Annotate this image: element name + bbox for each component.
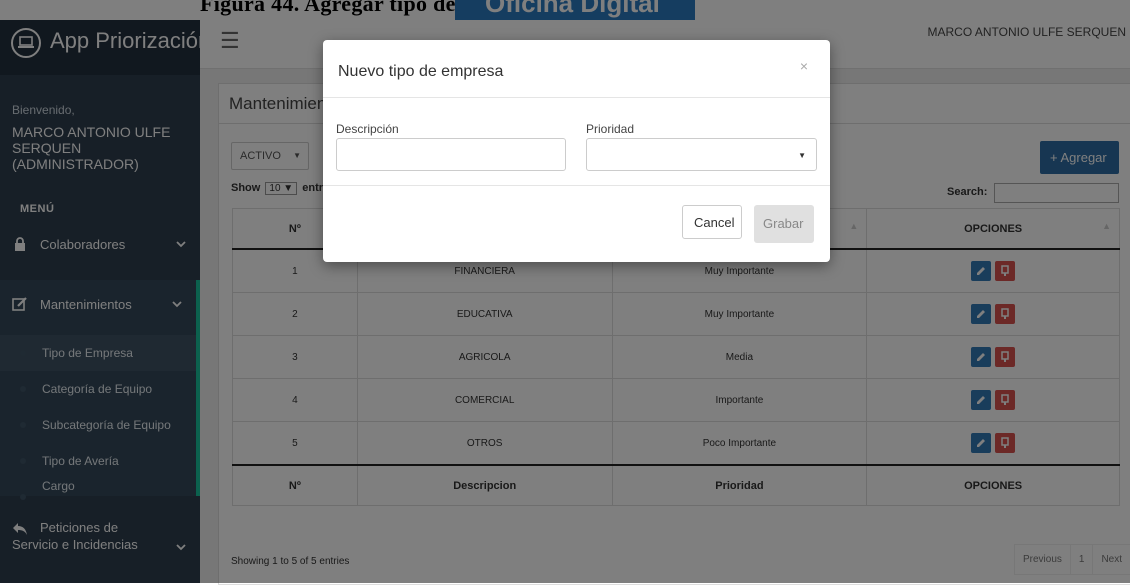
description-input[interactable] [336, 138, 566, 171]
save-button-label: Grabar [763, 216, 804, 231]
cancel-button[interactable]: Cancel [682, 205, 742, 239]
new-company-type-dialog: Nuevo tipo de empresa × Descripción Prio… [323, 40, 830, 262]
divider [323, 97, 830, 98]
close-icon[interactable]: × [800, 58, 808, 74]
description-label: Descripción [336, 122, 399, 136]
modal-title: Nuevo tipo de empresa [338, 63, 504, 80]
priority-label: Prioridad [586, 122, 635, 136]
caret-down-icon: ▼ [798, 151, 806, 160]
divider [323, 185, 830, 186]
priority-select[interactable]: ▼ [586, 138, 817, 171]
save-button[interactable]: Grabar [754, 205, 814, 243]
cancel-button-label: Cancel [694, 215, 735, 230]
